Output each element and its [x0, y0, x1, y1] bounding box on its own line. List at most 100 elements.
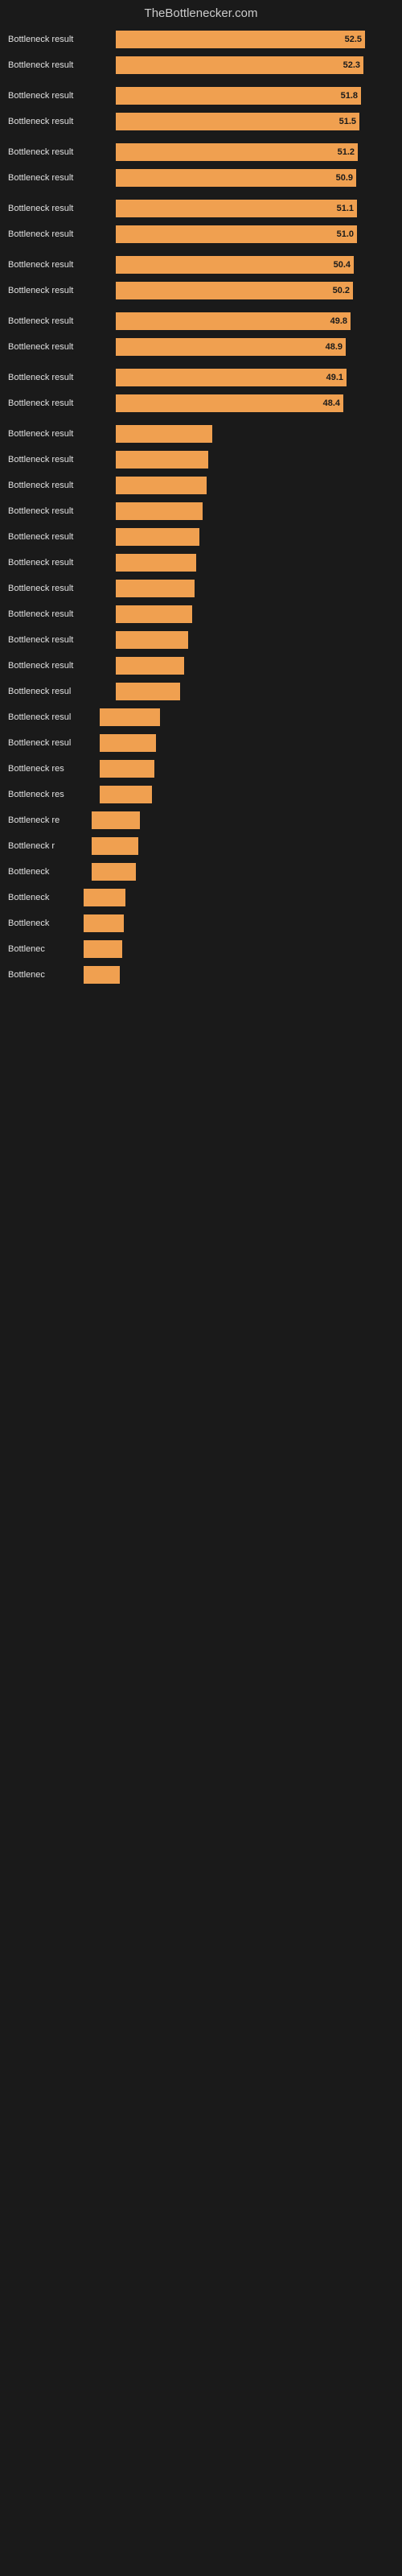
bar-wrapper: [84, 914, 394, 932]
bar-wrapper: [116, 631, 394, 649]
bar: 51.8: [116, 87, 361, 105]
bar-wrapper: [100, 760, 394, 778]
bar-row: Bottleneck result: [8, 526, 394, 548]
bar-row: Bottleneck result49.8: [8, 310, 394, 332]
bar-label: Bottleneck result: [8, 91, 113, 101]
bar-row: Bottleneck result: [8, 577, 394, 600]
bar: [116, 631, 188, 649]
bar-wrapper: [116, 683, 394, 700]
bar-row: Bottleneck result: [8, 448, 394, 471]
bar-label: Bottleneck result: [8, 661, 113, 671]
bar: 49.8: [116, 312, 351, 330]
bar-row: Bottlenec: [8, 964, 394, 986]
bar-value: 52.3: [343, 60, 360, 70]
bar-row: Bottleneck res: [8, 758, 394, 780]
bar-row: Bottleneck result: [8, 423, 394, 445]
bar-wrapper: 50.9: [116, 169, 394, 187]
bar-row: Bottleneck: [8, 886, 394, 909]
bar: 51.1: [116, 200, 357, 217]
bar-row: Bottleneck result 52.3: [8, 54, 394, 76]
bar-value: 51.0: [337, 229, 354, 239]
bar: 50.9: [116, 169, 356, 187]
bar-row: Bottlenec: [8, 938, 394, 960]
bar: [116, 502, 203, 520]
bar-value: 50.2: [333, 286, 350, 295]
bar-value: 48.9: [326, 342, 343, 352]
bar: [116, 554, 196, 572]
bar: [116, 580, 195, 597]
bar: 49.1: [116, 369, 347, 386]
bar-row: Bottleneck resul: [8, 680, 394, 703]
bar-label: Bottleneck res: [8, 790, 96, 799]
bar-value: 51.2: [338, 147, 355, 157]
bar-wrapper: [100, 734, 394, 752]
site-title: TheBottlenecker.com: [0, 0, 402, 23]
bar-row: Bottleneck resul: [8, 732, 394, 754]
bar-row: Bottleneck result: [8, 474, 394, 497]
bar: [92, 811, 140, 829]
bar-label: Bottleneck result: [8, 532, 113, 542]
bar-label: Bottlenec: [8, 944, 80, 954]
bar: [116, 425, 212, 443]
bar: 50.2: [116, 282, 353, 299]
bar-label: Bottleneck result: [8, 147, 113, 157]
bar: [84, 914, 124, 932]
bar-label: Bottleneck result: [8, 260, 113, 270]
bar-wrapper: 51.5: [116, 113, 394, 130]
bar-row: Bottleneck result 48.9: [8, 336, 394, 358]
bar-wrapper: 51.8: [116, 87, 394, 105]
bar-label: Bottleneck result: [8, 481, 113, 490]
bar-row: Bottleneck result: [8, 500, 394, 522]
bar: [116, 528, 199, 546]
bar-value: 48.4: [323, 398, 340, 408]
bar-row: Bottleneck res: [8, 783, 394, 806]
bar: [116, 683, 180, 700]
bar-row: Bottleneck result50.2: [8, 279, 394, 302]
bar-wrapper: [116, 554, 394, 572]
bar: 51.2: [116, 143, 358, 161]
bar-label: Bottleneck resul: [8, 712, 96, 722]
bar-value: 52.5: [345, 35, 362, 44]
bar: [100, 786, 152, 803]
bar-row: Bottleneck result51.0: [8, 223, 394, 246]
bar-row: Bottleneck result50.9: [8, 167, 394, 189]
bar-wrapper: [116, 502, 394, 520]
bar-wrapper: [84, 889, 394, 906]
header: TheBottlenecker.com: [0, 0, 402, 23]
bar: 48.9: [116, 338, 346, 356]
bar-label: Bottleneck result: [8, 558, 113, 568]
bar-value: 49.1: [326, 373, 343, 382]
bar-wrapper: [100, 786, 394, 803]
bar-wrapper: 52.3: [116, 56, 394, 74]
bar: [100, 708, 160, 726]
bar-row: Bottleneck result: [8, 603, 394, 625]
bar: [84, 889, 125, 906]
bar-value: 50.4: [334, 260, 351, 270]
chart-container: Bottleneck result 52.5 Bottleneck result 52…: [0, 23, 402, 994]
bar-row: Bottleneck result: [8, 654, 394, 677]
bar-wrapper: [92, 863, 394, 881]
bar-wrapper: 51.2: [116, 143, 394, 161]
bar-wrapper: 51.0: [116, 225, 394, 243]
bar-value: 51.8: [341, 91, 358, 101]
bar-row: Bottleneck re: [8, 809, 394, 832]
bar-wrapper: 49.8: [116, 312, 394, 330]
bar-label: Bottleneck result: [8, 35, 113, 44]
bar-wrapper: [116, 605, 394, 623]
bar: 50.4: [116, 256, 354, 274]
bar-label: Bottlenec: [8, 970, 80, 980]
bar-label: Bottleneck result: [8, 60, 113, 70]
bar: 51.0: [116, 225, 357, 243]
bar-wrapper: [92, 811, 394, 829]
bar: [92, 863, 136, 881]
bar-label: Bottleneck result: [8, 342, 113, 352]
bar: [84, 966, 120, 984]
bar: 51.5: [116, 113, 359, 130]
bar-label: Bottleneck resul: [8, 738, 96, 748]
bar-row: Bottleneck result51.5: [8, 110, 394, 133]
bar-wrapper: 52.5: [116, 31, 394, 48]
bar: 48.4: [116, 394, 343, 412]
bar-label: Bottleneck re: [8, 815, 88, 825]
bar-value: 50.9: [336, 173, 353, 183]
bar-wrapper: [92, 837, 394, 855]
